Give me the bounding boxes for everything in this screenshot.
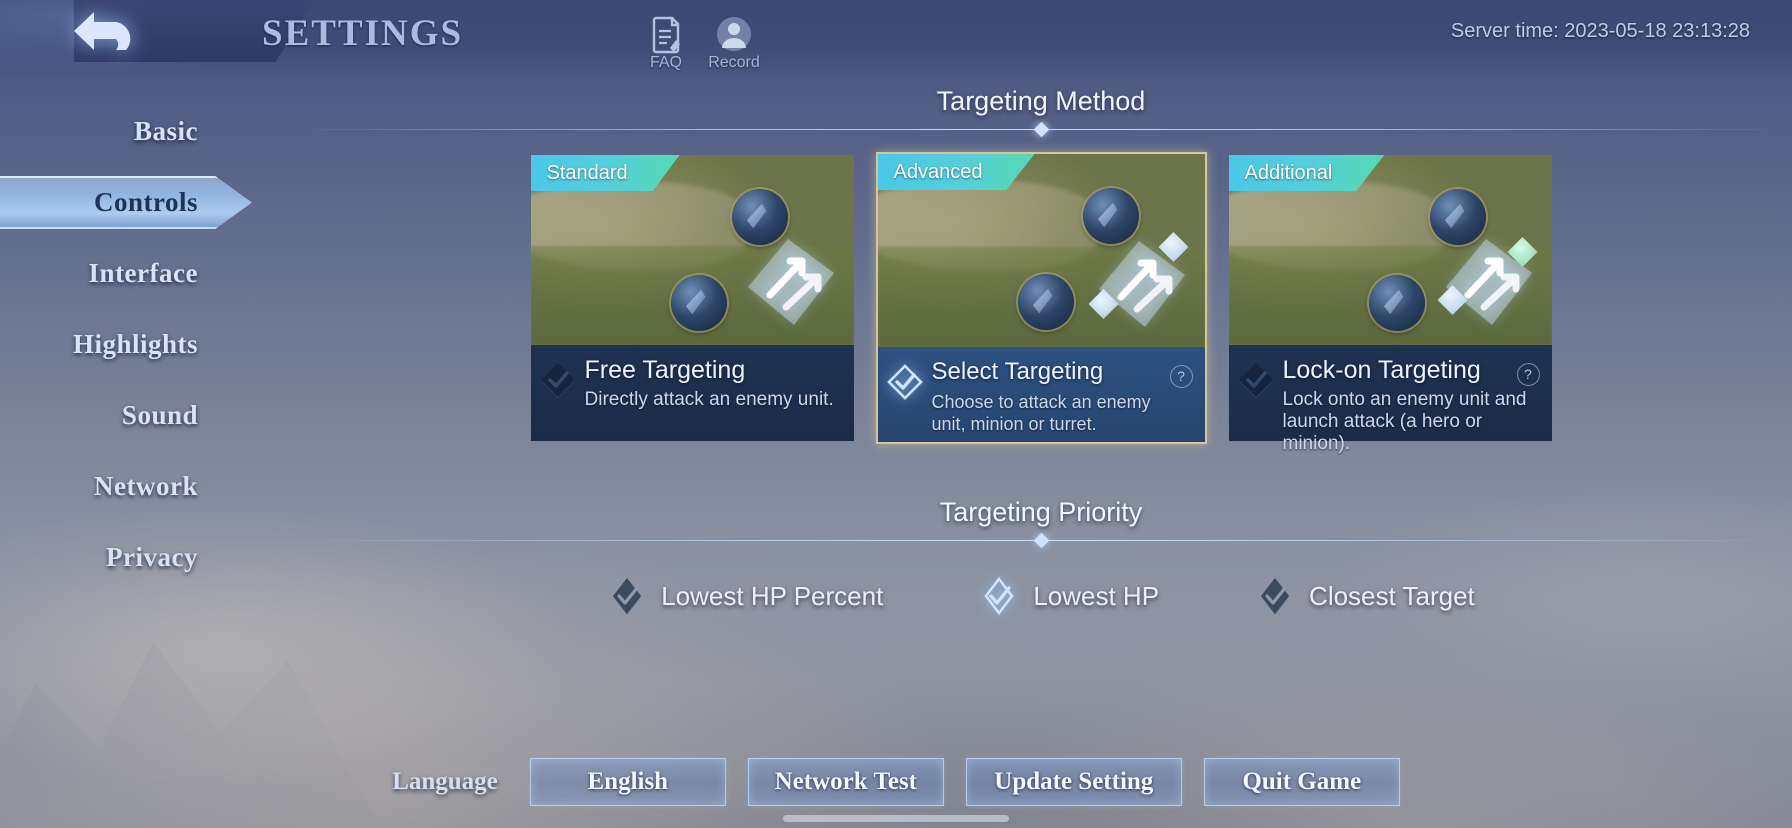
sidebar-item-label: Sound: [121, 400, 198, 430]
sidebar-item-basic[interactable]: Basic: [0, 96, 290, 167]
preview-minion-icon: [1017, 274, 1074, 330]
targeting-priority-options: Lowest HP Percent Lowest HP Closest Targ…: [290, 576, 1792, 616]
help-icon[interactable]: ?: [1516, 363, 1540, 386]
priority-option-lowest-hp-percent[interactable]: Lowest HP Percent: [607, 576, 883, 616]
checkbox-unselected-icon[interactable]: [1255, 576, 1295, 616]
sidebar-item-label: Privacy: [106, 542, 198, 572]
page-title: SETTINGS: [262, 13, 464, 54]
preview-attack-arrow-icon: [1428, 221, 1546, 339]
card-title: Free Targeting: [584, 356, 746, 384]
bottom-bar: Language English Network Test Update Set…: [0, 758, 1792, 806]
network-test-button[interactable]: Network Test: [747, 758, 944, 806]
preview-minion-icon: [1368, 275, 1425, 331]
sidebar-item-network[interactable]: Network: [0, 451, 290, 522]
card-description: Directly attack an enemy unit.: [584, 389, 834, 410]
sidebar-item-interface[interactable]: Interface: [0, 238, 290, 309]
card-info: Free Targeting Directly attack an enemy …: [530, 345, 854, 441]
card-description: Choose to attack an enemy unit, minion o…: [931, 392, 1151, 434]
sidebar-item-privacy[interactable]: Privacy: [0, 522, 290, 593]
checkbox-selected-icon[interactable]: [979, 576, 1019, 616]
priority-option-label: Lowest HP Percent: [661, 580, 884, 611]
sidebar-item-label: Network: [94, 471, 198, 501]
checkbox-unselected-icon[interactable]: [1237, 361, 1275, 399]
preview-attack-arrow-icon: [730, 221, 848, 339]
checkbox-unselected-icon[interactable]: [607, 576, 647, 616]
priority-option-label: Lowest HP: [1033, 580, 1160, 611]
targeting-method-card-select[interactable]: Advanced Select Targeting Choose to atta…: [875, 152, 1207, 444]
language-label: Language: [392, 768, 498, 795]
card-info: Lock-on Targeting Lock onto an enemy uni…: [1228, 345, 1552, 454]
targeting-method-card-free[interactable]: Standard Free Targeting Directly attack …: [530, 155, 854, 441]
sidebar-item-sound[interactable]: Sound: [0, 380, 290, 451]
sidebar-item-label: Controls: [93, 187, 198, 217]
priority-option-lowest-hp[interactable]: Lowest HP: [979, 576, 1159, 616]
faq-button[interactable]: FAQ: [634, 8, 698, 72]
update-setting-button[interactable]: Update Setting: [965, 758, 1182, 806]
card-preview-image: Standard: [530, 155, 854, 345]
top-bar: SETTINGS FAQ Record Server time: 2023-05…: [0, 0, 1792, 78]
card-title: Lock-on Targeting: [1282, 356, 1481, 384]
priority-option-label: Closest Target: [1309, 580, 1475, 611]
sidebar-item-label: Basic: [133, 116, 198, 146]
card-description: Lock onto an enemy unit and launch attac…: [1282, 389, 1527, 454]
checkbox-unselected-icon[interactable]: [539, 361, 577, 399]
faq-document-icon: [646, 14, 686, 54]
section-divider: [290, 534, 1792, 548]
section-divider: [290, 123, 1792, 137]
main-panel: Targeting Method Standard Free Targeting…: [290, 86, 1792, 616]
card-title: Select Targeting: [931, 358, 1104, 385]
record-label: Record: [708, 54, 760, 71]
sidebar-item-controls[interactable]: Controls: [0, 167, 290, 238]
preview-minion-icon: [670, 275, 727, 331]
priority-option-closest-target[interactable]: Closest Target: [1255, 576, 1475, 616]
home-indicator: [783, 815, 1009, 822]
sidebar-item-highlights[interactable]: Highlights: [0, 309, 290, 380]
sidebar-nav: Basic Controls Interface Highlights Soun…: [0, 96, 290, 593]
record-person-icon: [714, 14, 754, 54]
language-select-button[interactable]: English: [529, 758, 726, 806]
targeting-method-options: Standard Free Targeting Directly attack …: [290, 152, 1792, 454]
sidebar-item-label: Highlights: [72, 329, 198, 359]
card-preview-image: Advanced: [877, 154, 1205, 347]
settings-screen: SETTINGS FAQ Record Server time: 2023-05…: [0, 0, 1792, 828]
help-icon[interactable]: ?: [1169, 365, 1193, 388]
quit-game-button[interactable]: Quit Game: [1203, 758, 1400, 806]
faq-label: FAQ: [649, 54, 682, 71]
targeting-method-card-lockon[interactable]: Additional Lock-on Targeting Lock onto a…: [1228, 155, 1552, 454]
checkbox-selected-icon[interactable]: [886, 363, 924, 401]
card-preview-image: Additional: [1228, 155, 1552, 345]
card-info: Select Targeting Choose to attack an ene…: [877, 347, 1205, 442]
server-time: Server time: 2023-05-18 23:13:28: [1450, 20, 1750, 42]
sidebar-item-label: Interface: [88, 258, 198, 288]
record-button[interactable]: Record: [702, 8, 766, 72]
back-arrow-icon[interactable]: [64, 6, 148, 56]
targeting-method-heading: Targeting Method: [936, 86, 1146, 116]
targeting-priority-heading: Targeting Priority: [939, 497, 1143, 527]
